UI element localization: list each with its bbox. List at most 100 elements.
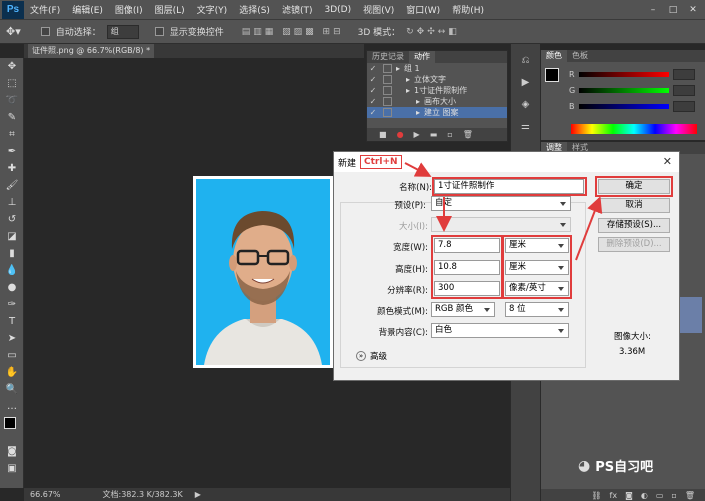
close-window-button[interactable]: ✕ xyxy=(685,3,701,16)
expand-triangle-icon[interactable]: ▸ xyxy=(406,75,410,84)
action-check-icon[interactable]: ✓ xyxy=(367,75,379,84)
action-check-icon[interactable]: ✓ xyxy=(367,64,379,73)
menu-select[interactable]: 选择(S) xyxy=(233,3,276,16)
auto-select-checkbox[interactable] xyxy=(40,27,50,36)
color-spectrum[interactable] xyxy=(571,124,697,134)
fx-icon[interactable]: fx xyxy=(610,491,618,500)
zoom-tool-icon[interactable]: 🔍 xyxy=(0,381,24,398)
quick-mask-icon[interactable]: ◙ xyxy=(0,443,24,460)
preset-dropdown[interactable]: 自定 xyxy=(431,196,571,211)
menu-type[interactable]: 文字(Y) xyxy=(191,3,234,16)
pen-tool-icon[interactable]: ✑ xyxy=(0,296,24,313)
blue-slider[interactable] xyxy=(578,103,669,109)
folder-icon[interactable]: ▭ xyxy=(656,491,664,500)
bit-depth-dropdown[interactable]: 8 位 xyxy=(505,302,569,317)
3d-mode-icons[interactable]: ↻✥✣↔◧ xyxy=(406,27,460,37)
brush-tool-icon[interactable]: 🖌 xyxy=(0,177,24,194)
action-check-icon[interactable]: ✓ xyxy=(367,108,379,117)
tab-history[interactable]: 历史记录 xyxy=(367,51,409,63)
layers-icon[interactable]: ◈ xyxy=(511,94,540,116)
menu-window[interactable]: 窗口(W) xyxy=(400,3,446,16)
align-icons[interactable]: ▤▥▦ ▧▨▩ ⊞⊟ xyxy=(242,27,344,37)
shape-tool-icon[interactable]: ▭ xyxy=(0,347,24,364)
history-brush-icon[interactable]: ↺ xyxy=(0,211,24,228)
screen-mode-icon[interactable]: ▣ xyxy=(0,460,24,477)
advanced-toggle[interactable]: » 高级 xyxy=(356,350,387,362)
action-row[interactable]: ✓ ▸ 画布大小 xyxy=(367,96,507,107)
gradient-tool-icon[interactable]: ▮ xyxy=(0,245,24,262)
hand-tool-icon[interactable]: ✋ xyxy=(0,364,24,381)
dialog-close-button[interactable]: ✕ xyxy=(663,155,672,168)
adjust-layer-icon[interactable]: ◐ xyxy=(641,491,648,500)
action-dialog-toggle[interactable] xyxy=(383,97,392,106)
show-transform-checkbox[interactable] xyxy=(154,27,164,36)
action-dialog-toggle[interactable] xyxy=(383,108,392,117)
eraser-tool-icon[interactable]: ◪ xyxy=(0,228,24,245)
cancel-button[interactable]: 取消 xyxy=(598,198,670,213)
red-slider[interactable] xyxy=(578,71,669,77)
clone-stamp-icon[interactable]: ⊥ xyxy=(0,194,24,211)
color-mode-dropdown[interactable]: RGB 颜色 xyxy=(431,302,495,317)
action-row[interactable]: ✓ ▸ 立体文字 xyxy=(367,74,507,85)
quick-select-tool-icon[interactable]: ✎ xyxy=(0,109,24,126)
menu-filter[interactable]: 滤镜(T) xyxy=(276,3,319,16)
document-tab[interactable]: 证件照.png @ 66.7%(RGB/8) * × xyxy=(28,44,154,58)
history-icon[interactable]: ⎌ xyxy=(511,50,540,72)
green-slider[interactable] xyxy=(579,87,670,93)
expand-triangle-icon[interactable]: ▸ xyxy=(416,108,420,117)
action-row[interactable]: ✓ ▸ 1寸证件照制作 xyxy=(367,85,507,96)
expand-triangle-icon[interactable]: ▸ xyxy=(416,97,420,106)
expand-triangle-icon[interactable]: ▸ xyxy=(396,64,400,73)
green-value[interactable] xyxy=(673,84,696,96)
new-layer-icon[interactable]: ▫ xyxy=(671,491,676,500)
status-arrow-icon[interactable]: ▶ xyxy=(195,490,201,499)
auto-select-dropdown[interactable]: 组 xyxy=(106,24,139,39)
red-value[interactable] xyxy=(672,68,695,80)
background-dropdown[interactable]: 白色 xyxy=(431,323,569,338)
trash-icon[interactable]: 🗑 xyxy=(685,491,695,500)
crop-tool-icon[interactable]: ⌗ xyxy=(0,126,24,143)
dodge-tool-icon[interactable]: ● xyxy=(0,279,24,296)
menu-layer[interactable]: 图层(L) xyxy=(149,3,191,16)
foreground-color[interactable] xyxy=(4,417,16,429)
blue-value[interactable] xyxy=(672,100,695,112)
menu-image[interactable]: 图像(I) xyxy=(109,3,149,16)
menu-help[interactable]: 帮助(H) xyxy=(446,3,490,16)
save-preset-button[interactable]: 存储预设(S)... xyxy=(598,218,670,233)
adjust-icon[interactable]: ⚌ xyxy=(511,116,540,138)
healing-brush-icon[interactable]: ✚ xyxy=(0,160,24,177)
new-action-icon[interactable]: ▫ xyxy=(447,130,452,139)
color-swatches[interactable] xyxy=(0,415,23,443)
zoom-level[interactable]: 66.67% xyxy=(30,490,61,499)
type-tool-icon[interactable]: T xyxy=(0,313,24,330)
tab-swatches[interactable]: 色板 xyxy=(567,50,593,62)
move-tool-icon[interactable]: ✥▾ xyxy=(6,25,21,38)
action-row[interactable]: ✓ ▸ 建立 图案 xyxy=(367,107,507,118)
action-dialog-toggle[interactable] xyxy=(383,86,392,95)
link-icon[interactable]: ⛓ xyxy=(591,491,601,500)
menu-3d[interactable]: 3D(D) xyxy=(318,5,357,15)
move-tool-icon[interactable]: ✥ xyxy=(0,58,24,75)
minimize-button[interactable]: – xyxy=(645,3,661,16)
expand-triangle-icon[interactable]: ▸ xyxy=(406,86,410,95)
extra-tools-icon[interactable]: … xyxy=(0,398,24,415)
action-check-icon[interactable]: ✓ xyxy=(367,86,379,95)
new-set-icon[interactable]: ▬ xyxy=(430,130,438,139)
play-icon[interactable]: ▶ xyxy=(414,130,420,139)
blur-tool-icon[interactable]: 💧 xyxy=(0,262,24,279)
marquee-tool-icon[interactable]: ⬚ xyxy=(0,75,24,92)
lasso-tool-icon[interactable]: ➰ xyxy=(0,92,24,109)
action-dialog-toggle[interactable] xyxy=(383,75,392,84)
action-row[interactable]: ✓ ▸ 组 1 xyxy=(367,63,507,74)
actions-icon[interactable]: ▶ xyxy=(511,72,540,94)
action-check-icon[interactable]: ✓ xyxy=(367,97,379,106)
menu-edit[interactable]: 编辑(E) xyxy=(66,3,109,16)
menu-view[interactable]: 视图(V) xyxy=(357,3,400,16)
path-select-icon[interactable]: ➤ xyxy=(0,330,24,347)
eyedropper-tool-icon[interactable]: ✒ xyxy=(0,143,24,160)
action-dialog-toggle[interactable] xyxy=(383,64,392,73)
fg-color-swatch[interactable] xyxy=(545,68,559,82)
tab-actions[interactable]: 动作 xyxy=(409,51,435,63)
maximize-button[interactable]: □ xyxy=(665,3,681,16)
mask-icon[interactable]: ◙ xyxy=(625,491,633,500)
